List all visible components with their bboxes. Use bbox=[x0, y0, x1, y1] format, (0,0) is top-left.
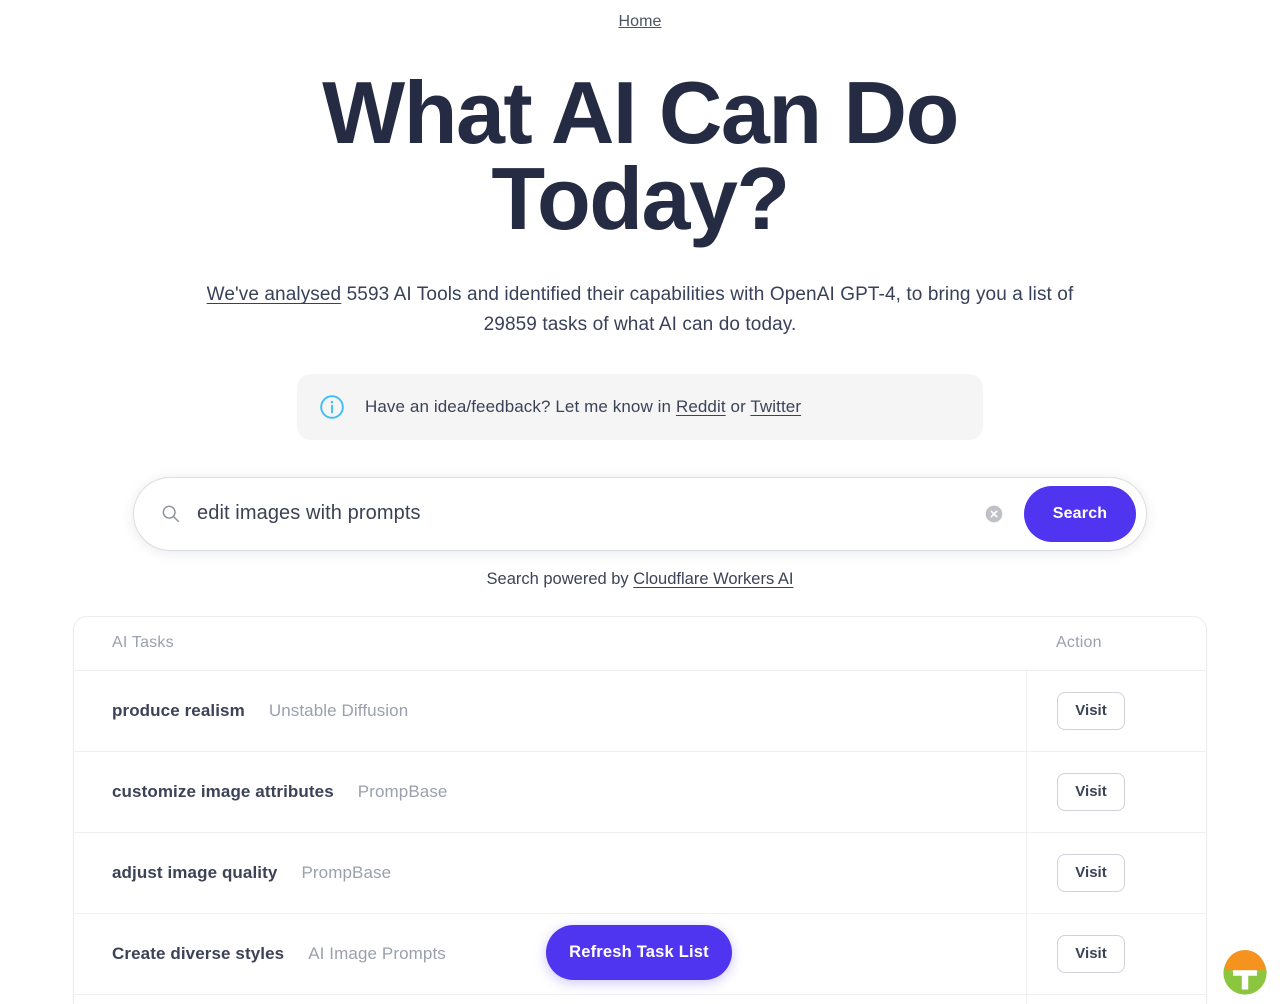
table-row-action-cell: Visit bbox=[1026, 751, 1206, 832]
table-row-action-cell: Visit bbox=[1026, 670, 1206, 751]
page-root: Home What AI Can Do Today? We've analyse… bbox=[0, 0, 1280, 1004]
search-button[interactable]: Search bbox=[1024, 485, 1136, 542]
powered-text: Search powered by bbox=[486, 569, 634, 588]
task-name: adjust image quality bbox=[112, 862, 278, 882]
table-row-main: adjust image quality PrompBase bbox=[112, 863, 1026, 883]
table-row[interactable]: produce realism Unstable Diffusion Visit bbox=[74, 670, 1206, 752]
table-row-main: customize image attributes PrompBase bbox=[112, 782, 1026, 802]
table-row-action-cell: Visit bbox=[1026, 913, 1206, 994]
info-circle-icon bbox=[320, 394, 344, 419]
banner-text-before: Have an idea/feedback? Let me know in bbox=[365, 396, 676, 416]
refresh-task-list-button[interactable]: Refresh Task List bbox=[546, 925, 732, 980]
task-name: Create diverse styles bbox=[112, 943, 285, 963]
table-row[interactable]: adjust image quality PrompBase Visit bbox=[74, 832, 1206, 914]
table-row-action-cell bbox=[1026, 994, 1206, 1004]
corner-logo-badge bbox=[1223, 950, 1267, 995]
hero-section: What AI Can Do Today? We've analysed 559… bbox=[0, 44, 1280, 340]
search-input[interactable] bbox=[197, 502, 984, 526]
column-header-action: Action bbox=[1056, 634, 1102, 652]
task-name: produce realism bbox=[112, 700, 245, 720]
top-navigation: Home bbox=[0, 0, 1280, 44]
feedback-banner-text: Have an idea/feedback? Let me know in Re… bbox=[365, 397, 801, 417]
tool-name: Unstable Diffusion bbox=[268, 700, 409, 720]
column-header-ai-tasks: AI Tasks bbox=[112, 634, 174, 652]
analysed-link[interactable]: We've analysed bbox=[207, 284, 342, 305]
search-bar: Search bbox=[134, 477, 1146, 550]
banner-text-between: or bbox=[725, 396, 751, 416]
cloudflare-workers-ai-link[interactable]: Cloudflare Workers AI bbox=[633, 570, 793, 588]
feedback-banner: Have an idea/feedback? Let me know in Re… bbox=[297, 373, 983, 440]
search-section: Search bbox=[0, 477, 1280, 550]
visit-button[interactable]: Visit bbox=[1057, 772, 1125, 811]
clear-circle-icon[interactable] bbox=[984, 504, 1004, 524]
hero-subtitle-text: 5593 AI Tools and identified their capab… bbox=[341, 284, 1074, 336]
table-row[interactable]: customize image attributes PrompBase Vis… bbox=[74, 751, 1206, 833]
reddit-link[interactable]: Reddit bbox=[676, 397, 726, 416]
table-row-action-cell: Visit bbox=[1026, 832, 1206, 913]
page-title: What AI Can Do Today? bbox=[322, 63, 959, 249]
table-header-row: AI Tasks Action bbox=[74, 617, 1206, 671]
tool-name: PrompBase bbox=[301, 862, 392, 882]
table-row-partial bbox=[74, 994, 1206, 1004]
feedback-banner-wrap: Have an idea/feedback? Let me know in Re… bbox=[0, 373, 1280, 440]
search-icon bbox=[162, 505, 180, 523]
visit-button[interactable]: Visit bbox=[1057, 853, 1125, 892]
hero-subtitle: We've analysed 5593 AI Tools and identif… bbox=[185, 280, 1095, 339]
search-powered-by: Search powered by Cloudflare Workers AI bbox=[0, 570, 1280, 589]
tool-name: PrompBase bbox=[357, 781, 448, 801]
table-row-main: produce realism Unstable Diffusion bbox=[112, 701, 1026, 721]
task-name: customize image attributes bbox=[112, 781, 334, 801]
visit-button[interactable]: Visit bbox=[1057, 934, 1125, 973]
tool-name: AI Image Prompts bbox=[308, 943, 446, 963]
twitter-link[interactable]: Twitter bbox=[750, 397, 801, 416]
visit-button[interactable]: Visit bbox=[1057, 691, 1125, 730]
nav-link-home[interactable]: Home bbox=[618, 13, 661, 31]
